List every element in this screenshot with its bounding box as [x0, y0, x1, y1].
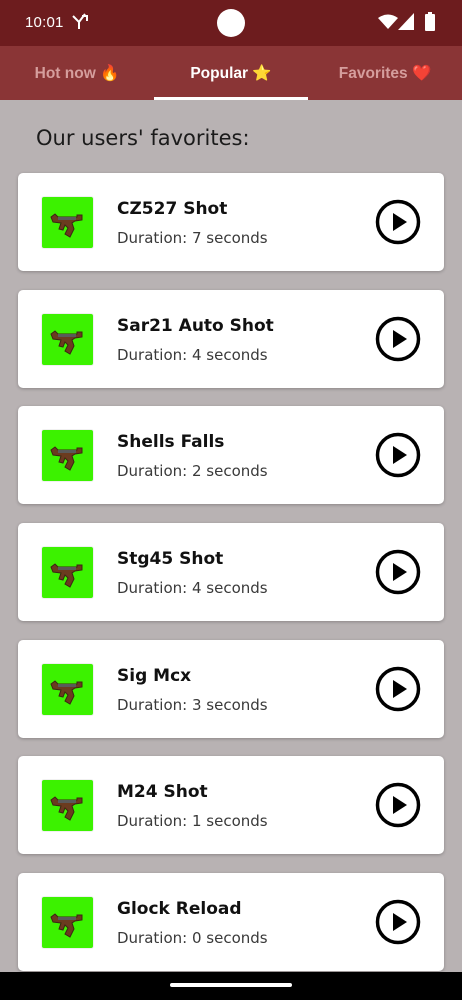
sound-thumbnail: [42, 897, 93, 948]
sound-thumbnail: [42, 314, 93, 365]
sound-card[interactable]: Sig Mcx Duration: 3 seconds: [18, 640, 444, 738]
play-circle-icon[interactable]: [375, 199, 421, 245]
sound-thumbnail: [42, 664, 93, 715]
sound-duration: Duration: 0 seconds: [117, 929, 268, 947]
sound-title: Shells Falls: [117, 432, 225, 452]
play-circle-icon[interactable]: [375, 666, 421, 712]
sound-card[interactable]: Stg45 Shot Duration: 4 seconds: [18, 523, 444, 621]
sound-list: CZ527 Shot Duration: 7 seconds Sar21 Aut…: [0, 0, 462, 1000]
play-circle-icon[interactable]: [375, 899, 421, 945]
sound-title: Glock Reload: [117, 899, 242, 919]
rifle-icon: [50, 796, 83, 821]
sound-title: M24 Shot: [117, 782, 208, 802]
sound-duration: Duration: 2 seconds: [117, 462, 268, 480]
rifle-icon: [50, 913, 83, 938]
sound-thumbnail: [42, 547, 93, 598]
app-screen: 10:01 Hot now 🔥 Popular ⭐ Favorites ❤️ O…: [0, 0, 462, 1000]
sound-duration: Duration: 4 seconds: [117, 579, 268, 597]
sound-card[interactable]: Shells Falls Duration: 2 seconds: [18, 406, 444, 504]
sound-title: CZ527 Shot: [117, 199, 228, 219]
sound-thumbnail: [42, 197, 93, 248]
play-circle-icon[interactable]: [375, 432, 421, 478]
sound-card[interactable]: M24 Shot Duration: 1 seconds: [18, 756, 444, 854]
sound-title: Sar21 Auto Shot: [117, 316, 274, 336]
sound-duration: Duration: 4 seconds: [117, 346, 268, 364]
sound-card[interactable]: Glock Reload Duration: 0 seconds: [18, 873, 444, 971]
sound-thumbnail: [42, 430, 93, 481]
home-gesture-handle[interactable]: [170, 983, 292, 987]
sound-duration: Duration: 7 seconds: [117, 229, 268, 247]
play-circle-icon[interactable]: [375, 316, 421, 362]
sound-duration: Duration: 3 seconds: [117, 696, 268, 714]
rifle-icon: [50, 330, 83, 355]
sound-duration: Duration: 1 seconds: [117, 812, 268, 830]
sound-card[interactable]: Sar21 Auto Shot Duration: 4 seconds: [18, 290, 444, 388]
rifle-icon: [50, 213, 83, 238]
sound-card[interactable]: CZ527 Shot Duration: 7 seconds: [18, 173, 444, 271]
rifle-icon: [50, 446, 83, 471]
sound-thumbnail: [42, 780, 93, 831]
sound-title: Stg45 Shot: [117, 549, 224, 569]
system-nav-bar: [0, 972, 462, 1000]
rifle-icon: [50, 680, 83, 705]
play-circle-icon[interactable]: [375, 549, 421, 595]
sound-title: Sig Mcx: [117, 666, 192, 686]
rifle-icon: [50, 563, 83, 588]
play-circle-icon[interactable]: [375, 782, 421, 828]
